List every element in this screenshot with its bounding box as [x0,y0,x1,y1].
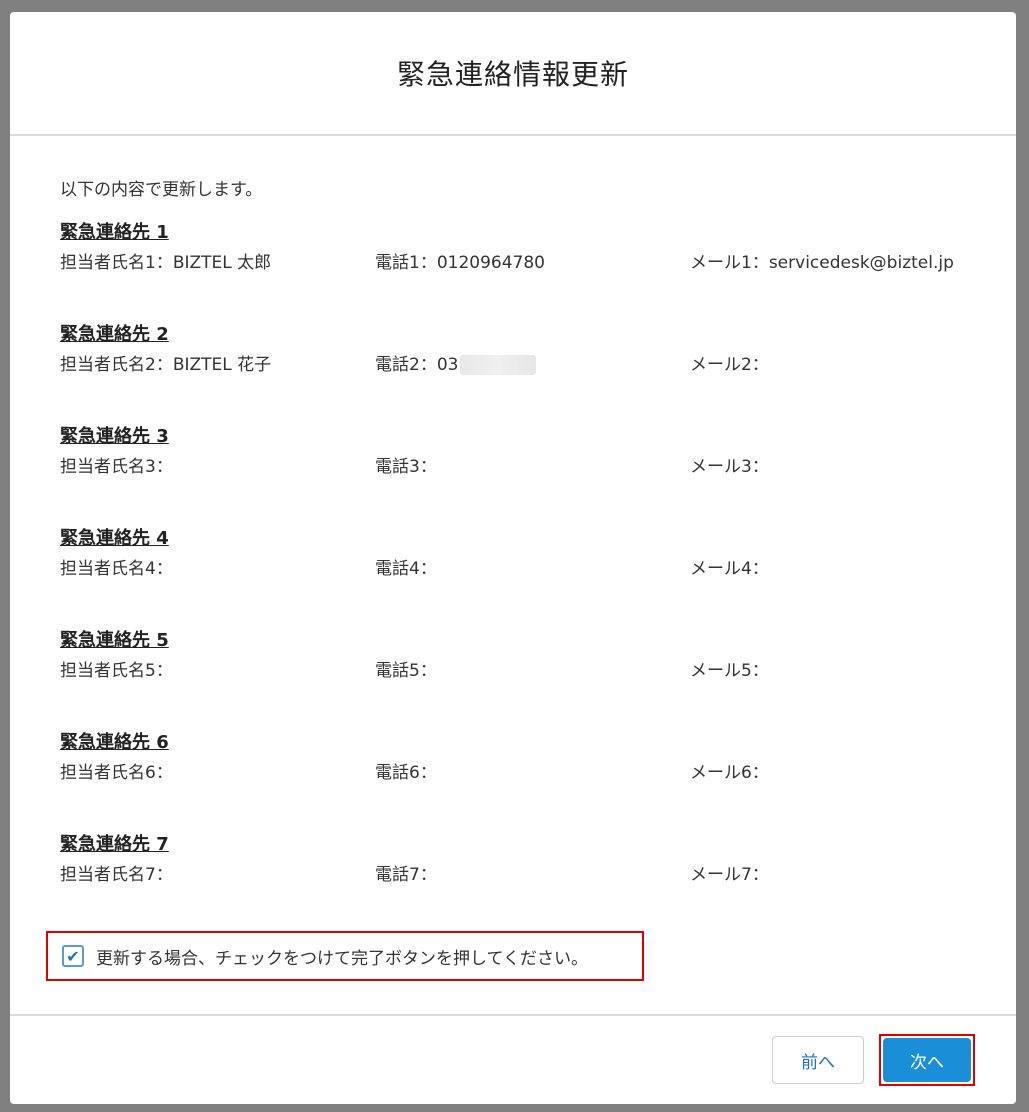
contact-name: 担当者氏名1：BIZTEL 太郎 [60,246,375,280]
mail-value: servicedesk@biztel.jp [768,253,954,273]
name-label: 担当者氏名3： [60,457,173,477]
name-label: 担当者氏名7： [60,865,173,885]
contact-block-7: 緊急連絡先 7 担当者氏名7： 電話7： メール7： [60,832,966,934]
contact-row: 担当者氏名2：BIZTEL 花子 電話2： 03 メール2： [60,348,966,382]
contact-mail: メール7： [690,858,966,892]
contact-phone: 電話6： [375,756,690,790]
phone-label: 電話2： [375,355,437,375]
confirm-checkbox-row[interactable]: ✔ 更新する場合、チェックをつけて完了ボタンを押してください。 [46,931,644,981]
confirm-label[interactable]: 更新する場合、チェックをつけて完了ボタンを押してください。 [96,944,588,969]
contact-row: 担当者氏名7： 電話7： メール7： [60,858,966,892]
redacted-phone-digits [460,355,537,375]
contact-mail: メール1：servicedesk@biztel.jp [690,246,966,280]
contact-name: 担当者氏名6： [60,756,375,790]
contact-name: 担当者氏名4： [60,552,375,586]
contact-mail: メール3： [690,450,966,484]
contact-phone: 電話4： [375,552,690,586]
mail-label: メール2： [690,355,769,375]
contact-block-2: 緊急連絡先 2 担当者氏名2：BIZTEL 花子 電話2： 03 メール2： [60,322,966,424]
contact-row: 担当者氏名5： 電話5： メール5： [60,654,966,688]
name-value: BIZTEL 花子 [172,355,272,375]
phone-label: 電話7： [375,865,437,885]
contact-mail: メール5： [690,654,966,688]
mail-label: メール4： [690,559,769,579]
contact-row: 担当者氏名1：BIZTEL 太郎 電話1： 0120964780 メール1：ser… [60,246,966,280]
contact-phone: 電話1： 0120964780 [375,246,690,280]
contact-phone: 電話5： [375,654,690,688]
contact-phone: 電話3： [375,450,690,484]
contact-name: 担当者氏名2：BIZTEL 花子 [60,348,375,382]
contact-name: 担当者氏名7： [60,858,375,892]
intro-text: 以下の内容で更新します。 [60,180,263,200]
name-label: 担当者氏名2： [60,355,173,375]
contact-heading: 緊急連絡先 1 [60,222,169,243]
name-label: 担当者氏名1： [60,253,173,273]
update-dialog: 緊急連絡情報更新 以下の内容で更新します。 緊急連絡先 1 担当者氏名1：BIZ… [10,12,1016,1104]
contact-heading: 緊急連絡先 7 [60,834,169,855]
dialog-footer: 前へ 次へ [10,1014,1016,1104]
phone-label: 電話3： [375,457,437,477]
phone-value: 0120964780 [436,253,545,273]
phone-label: 電話6： [375,763,437,783]
contact-block-6: 緊急連絡先 6 担当者氏名6： 電話6： メール6： [60,730,966,832]
phone-label: 電話4： [375,559,437,579]
mail-label: メール1： [690,253,769,273]
phone-label: 電話1： [375,253,437,273]
phone-value: 03 [436,355,459,375]
contact-mail: メール2： [690,348,966,382]
name-value: BIZTEL 太郎 [172,253,272,273]
mail-label: メール5： [690,661,769,681]
contact-heading: 緊急連絡先 3 [60,426,169,447]
contact-heading: 緊急連絡先 6 [60,732,169,753]
contact-block-5: 緊急連絡先 5 担当者氏名5： 電話5： メール5： [60,628,966,730]
contact-phone: 電話7： [375,858,690,892]
contact-block-3: 緊急連絡先 3 担当者氏名3： 電話3： メール3： [60,424,966,526]
contact-row: 担当者氏名6： 電話6： メール6： [60,756,966,790]
contact-heading: 緊急連絡先 2 [60,324,169,345]
contact-heading: 緊急連絡先 5 [60,630,169,651]
prev-button[interactable]: 前へ [772,1036,864,1084]
contact-block-1: 緊急連絡先 1 担当者氏名1：BIZTEL 太郎 電話1： 0120964780 … [60,220,966,322]
confirm-checkbox[interactable]: ✔ [62,945,84,967]
contact-block-4: 緊急連絡先 4 担当者氏名4： 電話4： メール4： [60,526,966,628]
contact-row: 担当者氏名4： 電話4： メール4： [60,552,966,586]
contact-row: 担当者氏名3： 電話3： メール3： [60,450,966,484]
dialog-title: 緊急連絡情報更新 [396,58,629,91]
dialog-body: 以下の内容で更新します。 緊急連絡先 1 担当者氏名1：BIZTEL 太郎 電話… [10,136,1016,1014]
phone-label: 電話5： [375,661,437,681]
dialog-header: 緊急連絡情報更新 [10,12,1016,136]
contact-mail: メール6： [690,756,966,790]
mail-label: メール7： [690,865,769,885]
contact-phone: 電話2： 03 [375,348,690,382]
check-icon: ✔ [66,946,80,966]
name-label: 担当者氏名6： [60,763,173,783]
contact-heading: 緊急連絡先 4 [60,528,169,549]
next-button[interactable]: 次へ [883,1038,971,1082]
contact-name: 担当者氏名5： [60,654,375,688]
mail-label: メール6： [690,763,769,783]
contact-name: 担当者氏名3： [60,450,375,484]
name-label: 担当者氏名5： [60,661,173,681]
name-label: 担当者氏名4： [60,559,173,579]
contact-mail: メール4： [690,552,966,586]
mail-label: メール3： [690,457,769,477]
